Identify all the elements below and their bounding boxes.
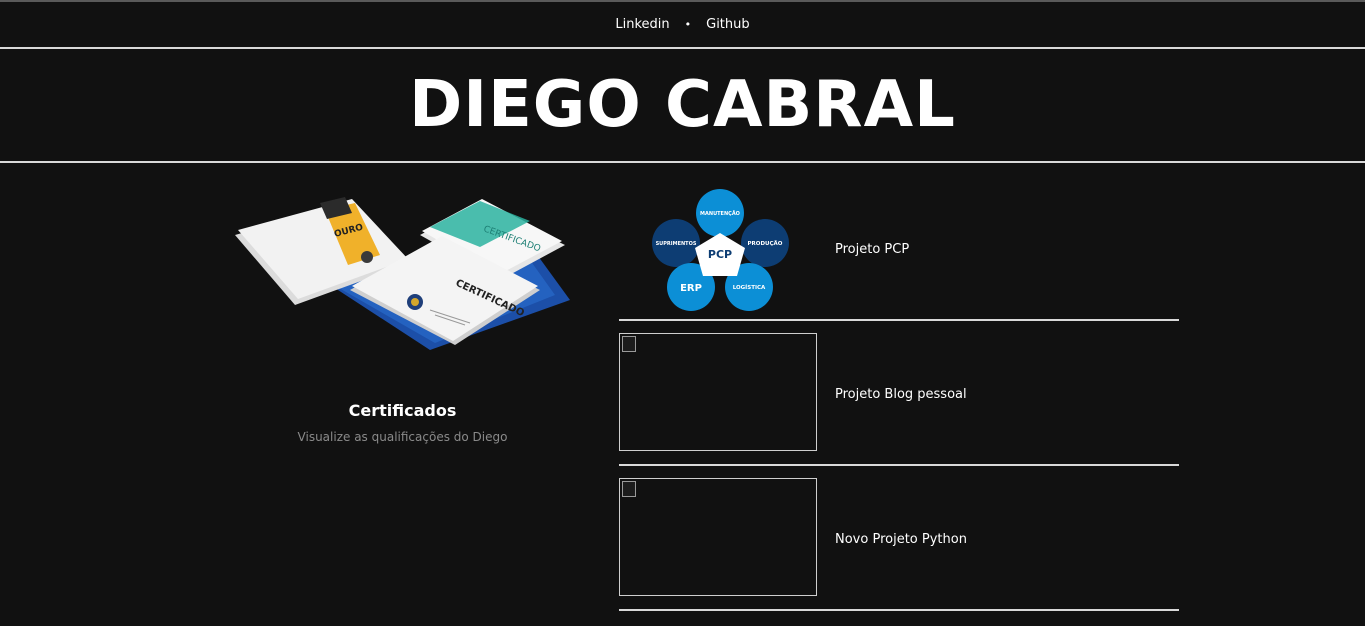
- certificates-card[interactable]: OURO CERTIFICADO CERTIFICADO Certificado…: [200, 180, 605, 460]
- nav-separator: •: [684, 18, 692, 31]
- top-nav: Linkedin • Github: [0, 2, 1365, 47]
- pcp-diagram-image: MANUTENÇÃO SUPRIMENTOS PRODUÇÃO ERP LOGÍ…: [652, 189, 789, 311]
- project-thumbnail: [619, 333, 817, 451]
- certificates-image: OURO CERTIFICADO CERTIFICADO: [235, 197, 570, 350]
- project-title[interactable]: Projeto PCP: [835, 242, 909, 257]
- header-divider-bottom: [0, 161, 1365, 163]
- project-divider: [619, 609, 1179, 611]
- project-item[interactable]: Projeto Blog pessoal: [619, 328, 1179, 473]
- broken-image-icon: [622, 481, 636, 497]
- pcp-label-erp: ERP: [680, 283, 702, 294]
- page-title: DIEGO CABRAL: [409, 68, 956, 142]
- project-item[interactable]: Novo Projeto Python: [619, 473, 1179, 618]
- pcp-label-center: PCP: [708, 248, 732, 261]
- pcp-label-producao: PRODUÇÃO: [748, 240, 783, 247]
- pcp-label-logistica: LOGÍSTICA: [733, 283, 766, 291]
- pcp-label-suprimentos: SUPRIMENTOS: [656, 241, 697, 247]
- project-divider: [619, 319, 1179, 321]
- broken-image-icon: [622, 336, 636, 352]
- project-item[interactable]: MANUTENÇÃO SUPRIMENTOS PRODUÇÃO ERP LOGÍ…: [619, 183, 1179, 328]
- project-title[interactable]: Novo Projeto Python: [835, 532, 967, 547]
- project-title[interactable]: Projeto Blog pessoal: [835, 387, 967, 402]
- certificates-title: Certificados: [348, 401, 457, 420]
- nav-link-github[interactable]: Github: [706, 17, 750, 32]
- pcp-label-manutencao: MANUTENÇÃO: [700, 210, 740, 217]
- nav-link-linkedin[interactable]: Linkedin: [615, 17, 669, 32]
- project-divider: [619, 464, 1179, 466]
- project-thumbnail: [619, 478, 817, 596]
- certificates-subtitle: Visualize as qualificações do Diego: [297, 430, 508, 444]
